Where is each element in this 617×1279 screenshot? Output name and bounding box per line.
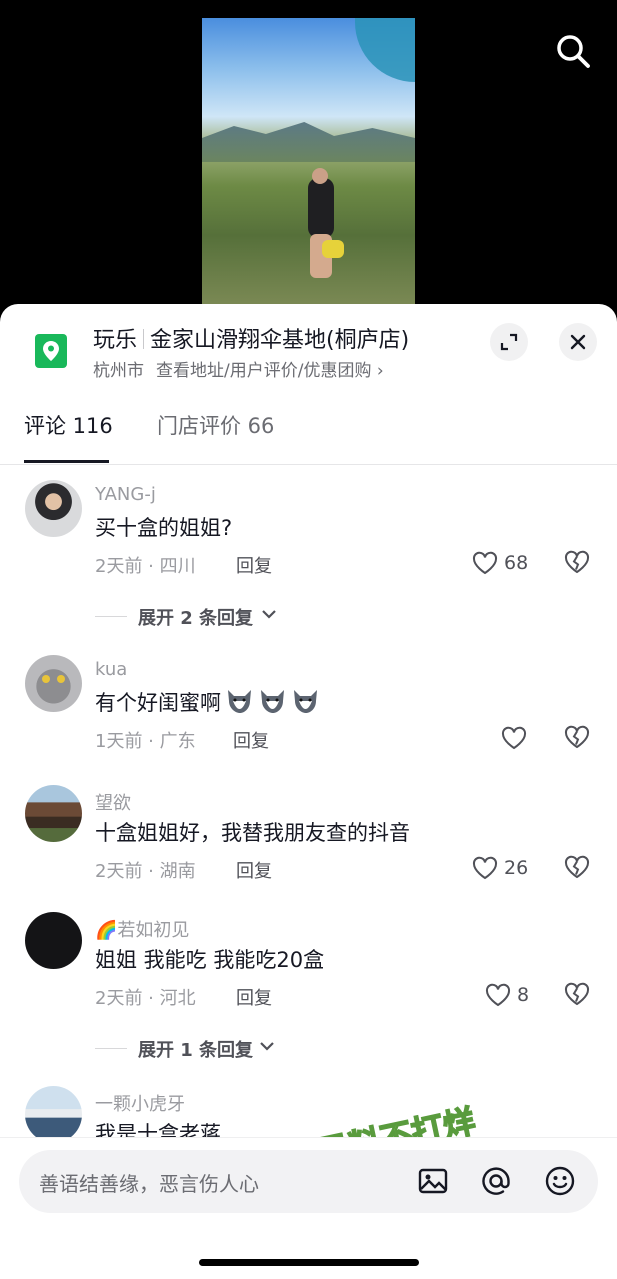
poi-subtitle[interactable]: 杭州市 查看地址/用户评价/优惠团购 › [93, 356, 384, 381]
comment-username[interactable]: YANG-j [95, 484, 156, 505]
tab-underline [24, 460, 109, 463]
comment-time-location: 2天前 · 四川 [95, 556, 196, 577]
like-button[interactable]: 68 [472, 550, 532, 578]
poi-divider [143, 329, 145, 349]
poi-city: 杭州市 [93, 361, 144, 381]
comments-sheet: 玩乐 金家山滑翔伞基地(桐庐店) 杭州市 查看地址/用户评价/优惠团购 › 评论 1… [0, 304, 617, 1279]
comment-list[interactable]: YANG-j 买十盒的姐姐? 2天前 · 四川 回复 68 展开 2 条回复 k… [0, 465, 617, 1137]
like-button[interactable]: 26 [472, 855, 532, 883]
avatar[interactable] [25, 912, 82, 969]
home-indicator [199, 1259, 419, 1266]
heart-icon [472, 856, 498, 880]
tab-bar: 评论 116 门店评价 66 [0, 388, 617, 465]
comment-text: 有个好闺蜜啊 [95, 687, 320, 717]
poi-title[interactable]: 玩乐 金家山滑翔伞基地(桐庐店) [93, 322, 409, 354]
poi-header[interactable]: 玩乐 金家山滑翔伞基地(桐庐店) 杭州市 查看地址/用户评价/优惠团购 › [0, 304, 617, 388]
tab-comments[interactable]: 评论 116 [24, 410, 113, 440]
heart-icon [501, 726, 527, 750]
avatar[interactable] [25, 655, 82, 712]
location-pin-icon [35, 334, 67, 368]
reply-button[interactable]: 回复 [233, 727, 269, 753]
dislike-button[interactable] [564, 725, 592, 753]
divider-line [95, 1048, 127, 1049]
comment-username[interactable]: 一颗小虎牙 [95, 1090, 185, 1116]
chevron-down-icon [260, 1042, 274, 1051]
dislike-button[interactable] [564, 550, 592, 578]
reply-button[interactable]: 回复 [236, 857, 272, 883]
comment-text-content: 有个好闺蜜啊 [95, 691, 221, 715]
chevron-down-icon [262, 610, 276, 619]
divider-line [95, 616, 127, 617]
expand-replies-label: 展开 2 条回复 [138, 608, 254, 629]
expand-icon [500, 333, 518, 351]
dislike-button[interactable] [564, 855, 592, 883]
reply-button[interactable]: 回复 [236, 552, 272, 578]
close-button[interactable] [559, 323, 597, 361]
search-icon[interactable] [553, 31, 593, 71]
like-button[interactable] [501, 725, 531, 753]
avatar[interactable] [25, 785, 82, 842]
like-count: 68 [504, 552, 529, 574]
comment-time-location: 2天前 · 河北 [95, 988, 196, 1009]
emoji-icon[interactable] [544, 1165, 576, 1197]
dislike-button[interactable] [564, 982, 592, 1010]
at-icon[interactable] [480, 1165, 512, 1197]
heart-icon [485, 983, 511, 1007]
broken-heart-icon [564, 982, 590, 1006]
close-icon [570, 334, 586, 350]
image-icon[interactable] [417, 1165, 449, 1197]
tab-store-reviews[interactable]: 门店评价 66 [157, 410, 274, 440]
avatar[interactable] [25, 480, 82, 537]
paragliding-video[interactable] [202, 18, 415, 308]
comment-time-location: 2天前 · 湖南 [95, 861, 196, 882]
expand-button[interactable] [490, 323, 528, 361]
rainbow-emoji: 🌈 [95, 920, 118, 941]
wolf-emoji [261, 690, 284, 713]
paraglider-canopy [355, 18, 415, 82]
reply-button[interactable]: 回复 [236, 984, 272, 1010]
video-player[interactable] [0, 0, 617, 330]
comment-time-location: 1天前 · 广东 [95, 731, 196, 752]
wolf-emoji [294, 690, 317, 713]
broken-heart-icon [564, 855, 590, 879]
expand-replies-label: 展开 1 条回复 [138, 1040, 254, 1061]
expand-replies-button[interactable]: 展开 2 条回复 [95, 604, 295, 630]
poi-links: 查看地址/用户评价/优惠团购 [156, 361, 372, 381]
comment-input-placeholder: 善语结善缘，恶言伤人心 [39, 1172, 259, 1196]
paraglider-pilot [294, 168, 346, 278]
broken-heart-icon [564, 550, 590, 574]
broken-heart-icon [564, 725, 590, 749]
comment-input[interactable]: 善语结善缘，恶言伤人心 [19, 1150, 598, 1213]
comment-text: 姐姐 我能吃 我能吃20盒 [95, 948, 325, 972]
comment-input-bar: 善语结善缘，恶言伤人心 [0, 1137, 617, 1279]
wolf-emoji [228, 690, 251, 713]
poi-category: 玩乐 [93, 328, 138, 353]
mountains [202, 122, 415, 162]
comment-text: 买十盒的姐姐? [95, 516, 233, 540]
avatar[interactable] [25, 1086, 82, 1137]
heart-icon [472, 551, 498, 575]
comment-username[interactable]: kua [95, 659, 127, 680]
comment-username[interactable]: 🌈若如初见 [95, 916, 189, 942]
chevron-right-icon: › [376, 361, 384, 381]
comment-text: 我是十盒老蒋 [95, 1122, 221, 1137]
like-count: 8 [517, 984, 530, 1006]
expand-replies-button[interactable]: 展开 1 条回复 [95, 1036, 295, 1062]
poi-name: 金家山滑翔伞基地(桐庐店) [150, 328, 410, 353]
comment-text: 十盒姐姐好，我替我朋友查的抖音 [95, 821, 410, 845]
like-button[interactable]: 8 [485, 982, 531, 1010]
like-count: 26 [504, 857, 529, 879]
comment-username-text: 若如初见 [117, 920, 190, 941]
comment-username[interactable]: 望欲 [95, 789, 131, 815]
